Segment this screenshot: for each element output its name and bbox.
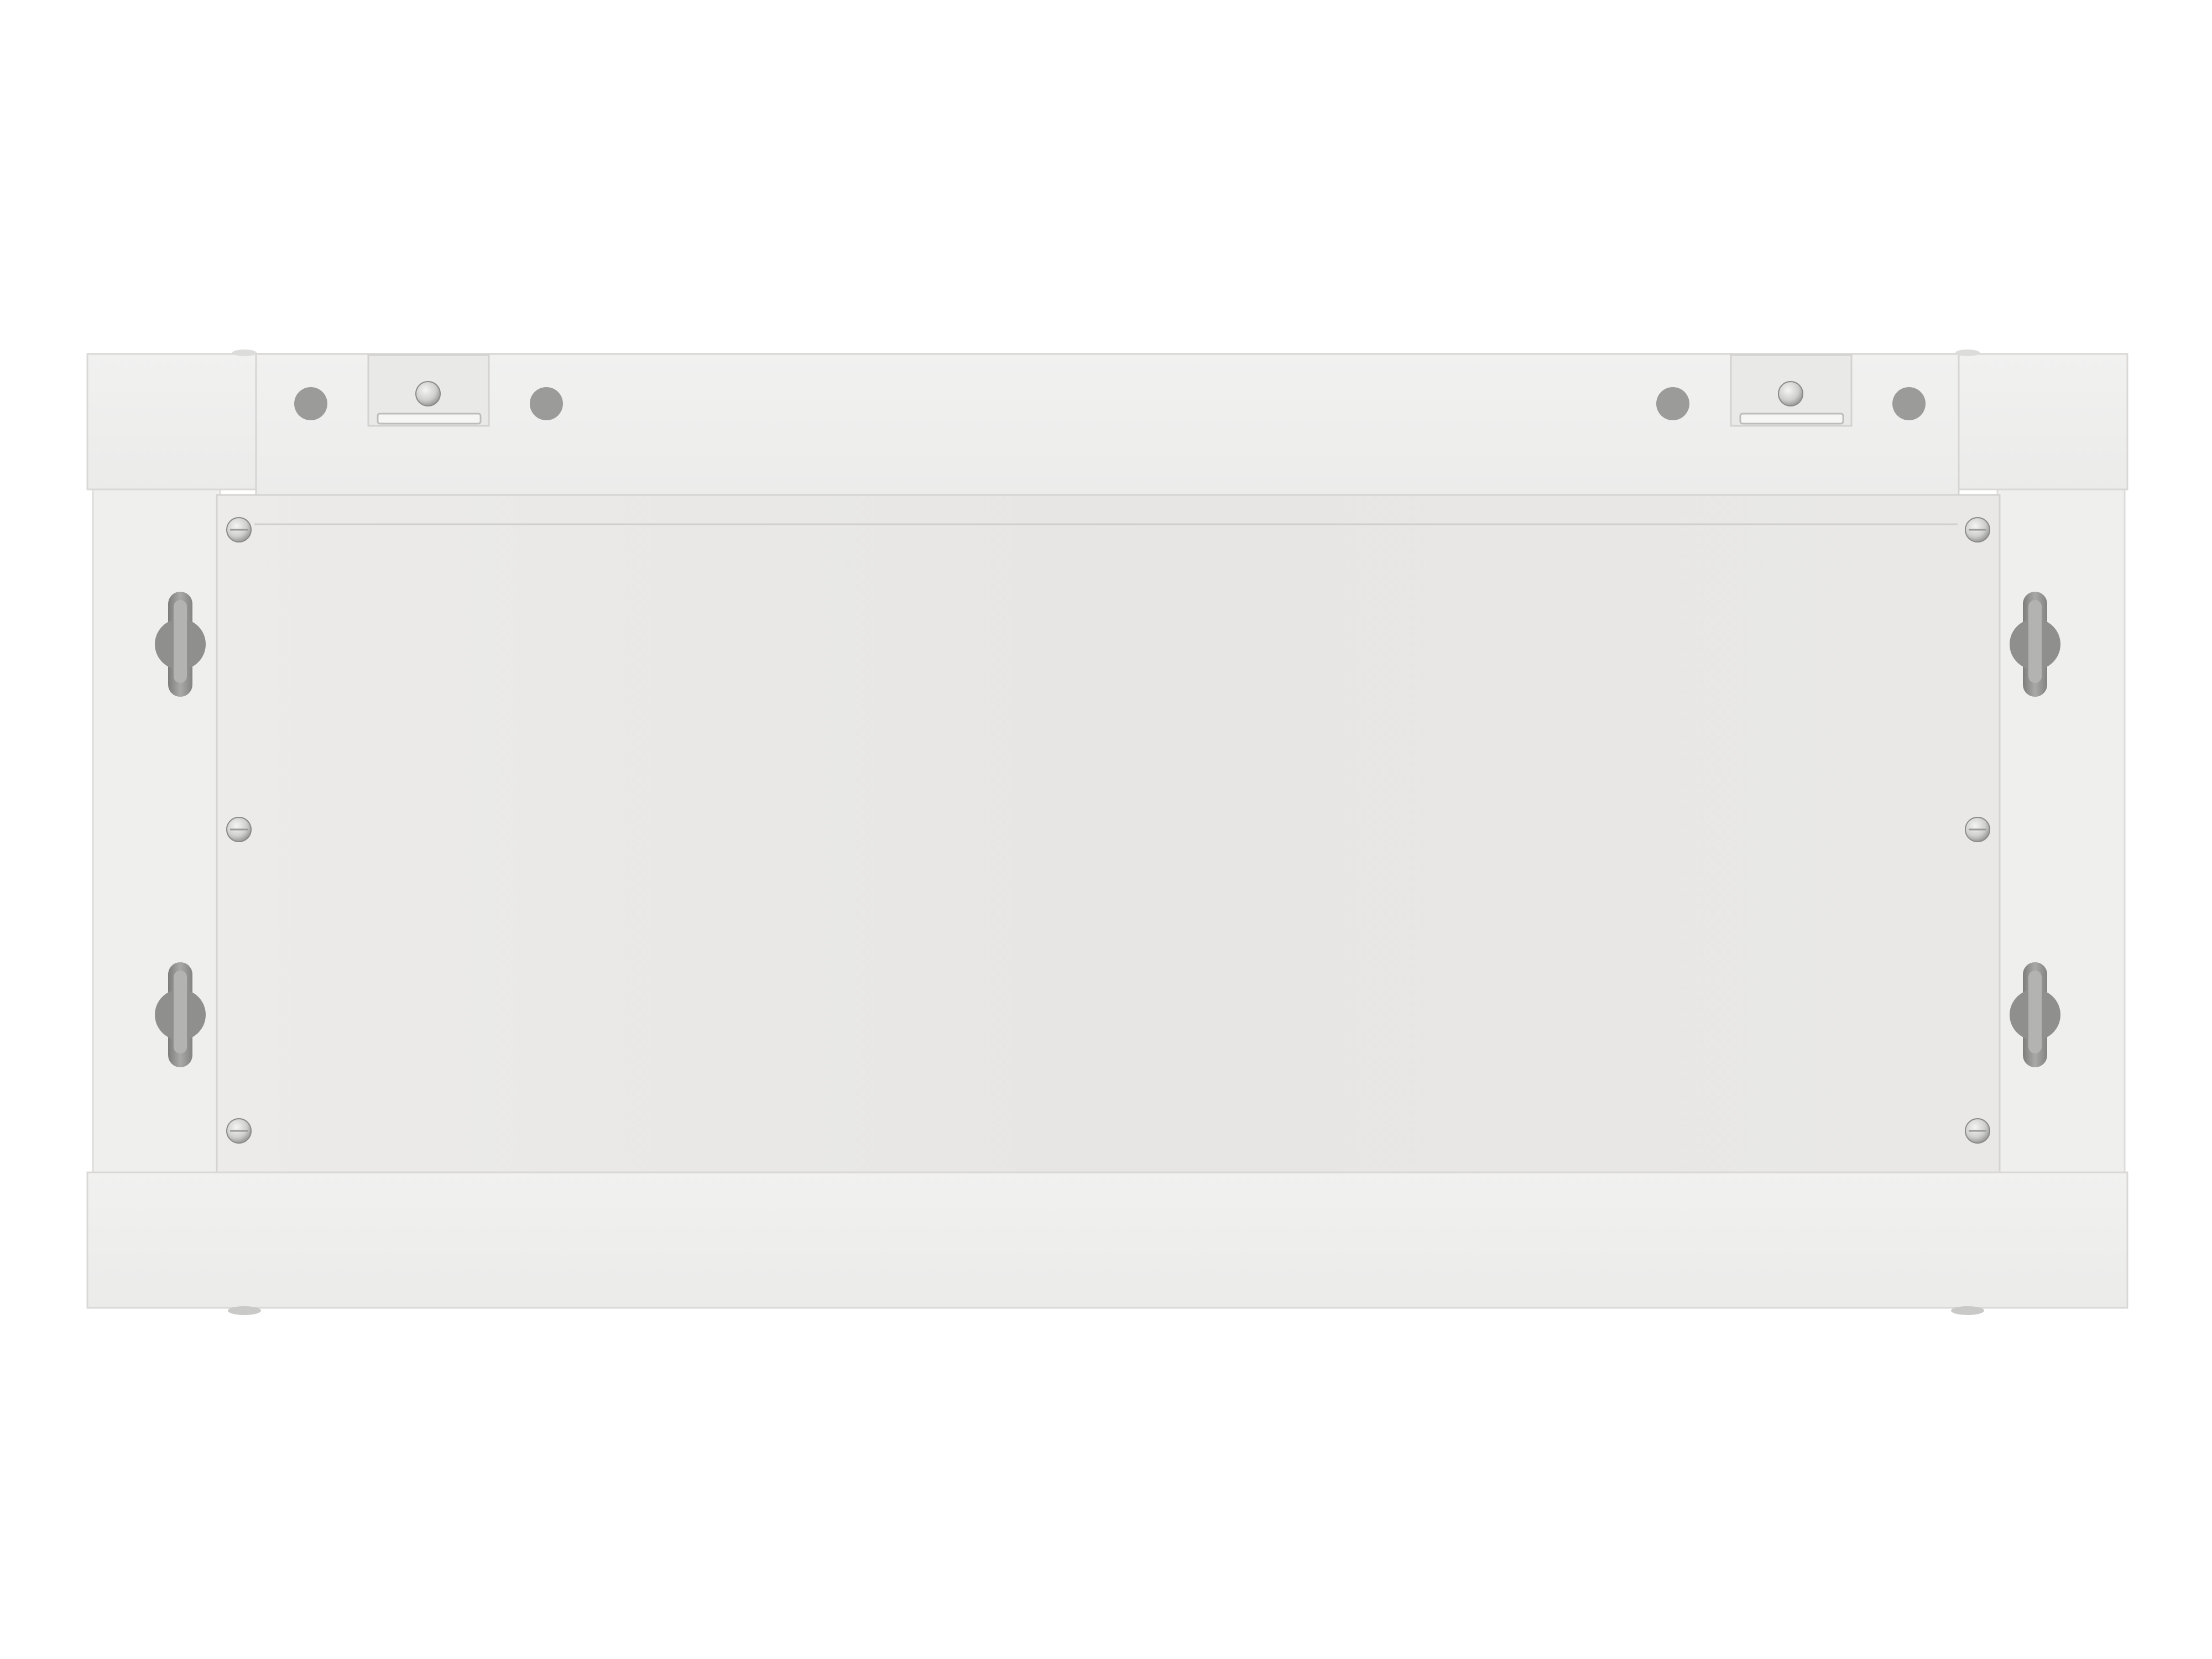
left-side-rail [92, 486, 221, 1173]
mounting-hole [294, 387, 327, 420]
panel-screw [226, 817, 252, 842]
panel-screw [226, 1118, 252, 1144]
top-left-corner-block [86, 353, 257, 491]
latch-screw [1778, 381, 1803, 406]
right-side-rail [1996, 486, 2126, 1173]
mounting-hole [1656, 387, 1689, 420]
top-right-corner-block [1958, 353, 2128, 491]
panel-screw [1965, 1118, 1990, 1144]
foot [228, 1306, 261, 1315]
foot [232, 349, 257, 356]
foot [1951, 1306, 1984, 1315]
panel-screw [1965, 517, 1990, 542]
mounting-hole [530, 387, 563, 420]
panel-screw [226, 517, 252, 542]
latch-screw [415, 381, 441, 406]
cabinet-illustration [86, 349, 2128, 1315]
panel-screw [1965, 817, 1990, 842]
bottom-frame-bar [86, 1171, 2128, 1309]
mounting-hole [1892, 387, 1926, 420]
right-latch-plate [1739, 413, 1844, 425]
rear-panel [216, 494, 2001, 1173]
foot [1955, 349, 1980, 356]
left-latch-plate [377, 413, 482, 425]
